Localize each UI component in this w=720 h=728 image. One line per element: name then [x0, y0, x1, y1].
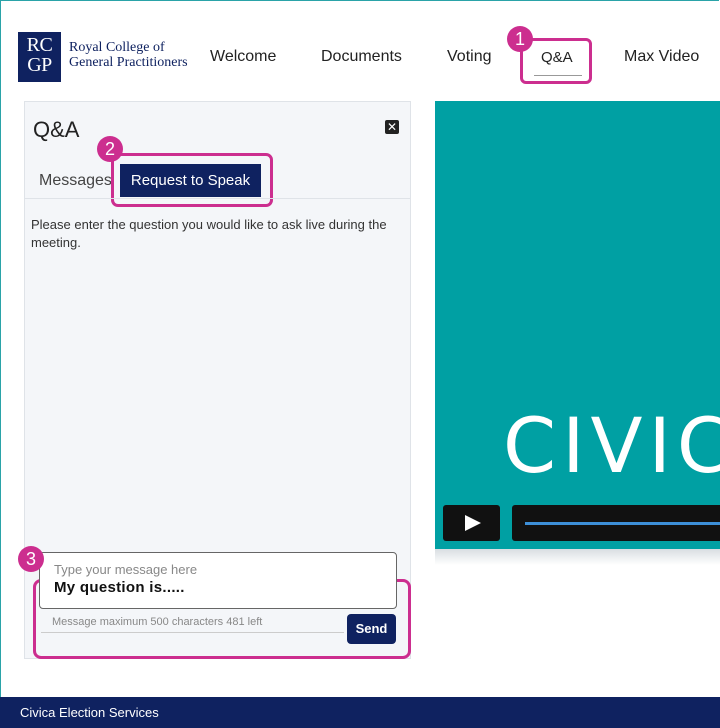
callout-badge-1: 1 [507, 26, 533, 52]
instructions-text: Please enter the question you would like… [31, 217, 387, 250]
nav-max-video[interactable]: Max Video [624, 48, 699, 66]
callout-badge-2: 2 [97, 136, 123, 162]
nav-documents[interactable]: Documents [321, 48, 402, 66]
video-progress-bar[interactable] [512, 505, 720, 541]
message-input[interactable]: Type your message here My question is...… [39, 552, 397, 609]
logo-line-1: RC [26, 34, 53, 56]
rcgp-logo: RC GP [18, 32, 61, 82]
footer-text: Civica Election Services [20, 705, 159, 720]
char-count-underline [41, 632, 344, 633]
logo-line-2: GP [27, 54, 52, 76]
video-shadow [435, 549, 720, 565]
close-icon[interactable]: ✕ [385, 120, 399, 134]
char-count: Message maximum 500 characters 481 left [52, 616, 263, 628]
qa-panel: Q&A ✕ Messages Request to Speak Please e… [24, 101, 411, 659]
panel-title: Q&A [33, 117, 80, 142]
tab-messages[interactable]: Messages [39, 172, 112, 190]
nav-voting[interactable]: Voting [447, 48, 491, 66]
footer: Civica Election Services [0, 697, 720, 728]
org-name: Royal College of General Practitioners [69, 40, 188, 70]
message-value: My question is..... [54, 579, 185, 596]
video-player[interactable]: CIVIC [435, 101, 720, 549]
send-button[interactable]: Send [347, 614, 396, 644]
nav-welcome[interactable]: Welcome [210, 48, 276, 66]
play-icon[interactable] [443, 505, 500, 541]
message-placeholder: Type your message here [54, 562, 198, 577]
video-progress-fill [525, 522, 720, 525]
tab-divider [25, 198, 410, 199]
callout-badge-3: 3 [18, 546, 44, 572]
video-logo-text: CIVIC [503, 401, 720, 490]
